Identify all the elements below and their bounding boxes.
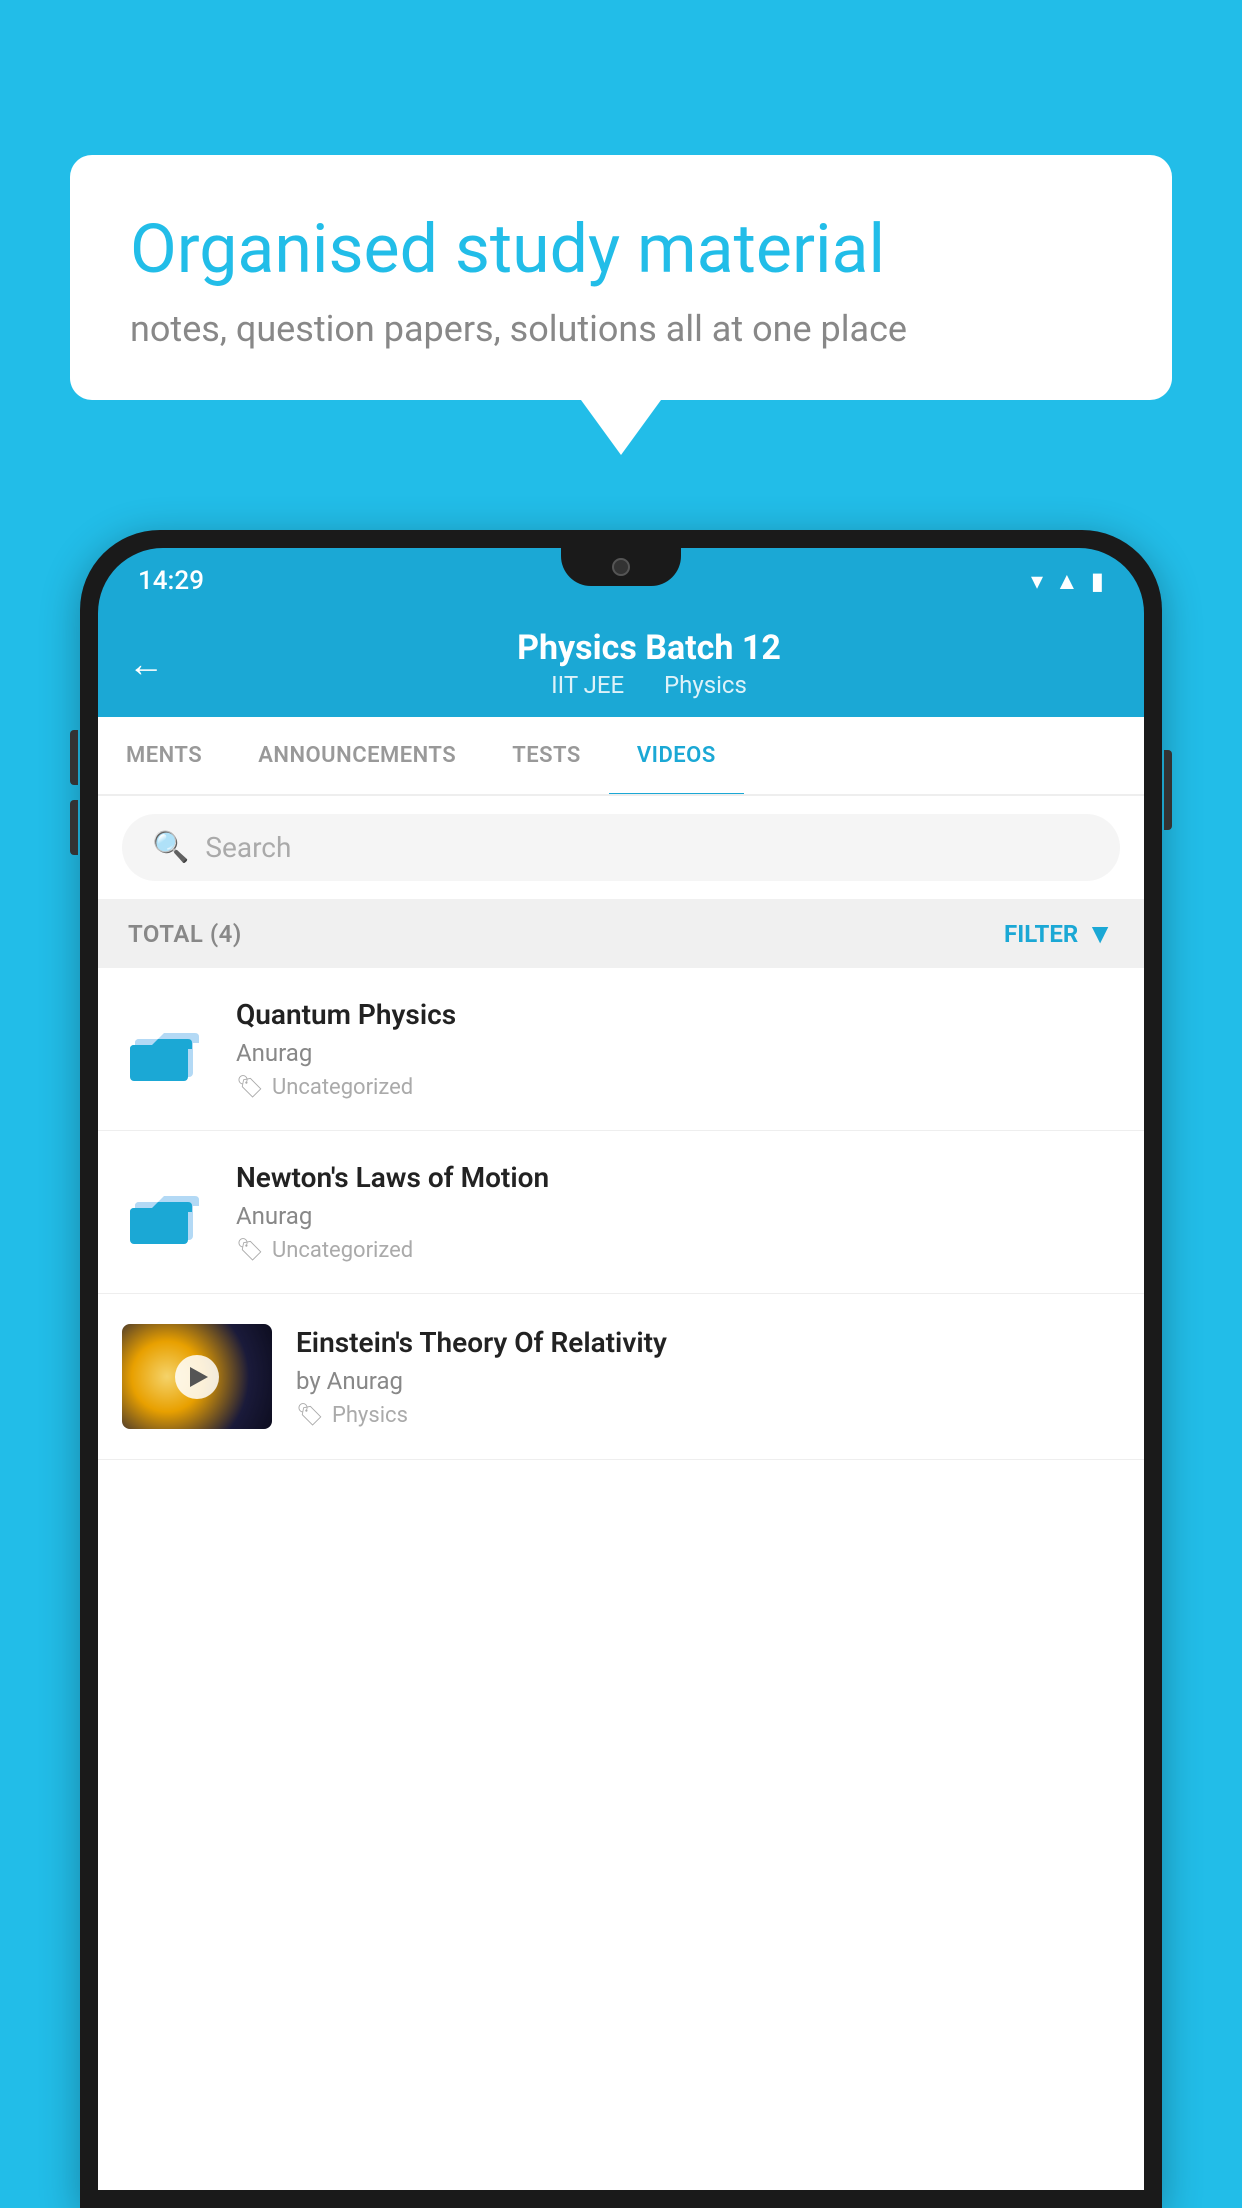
header-title-area: Physics Batch 12 IIT JEE Physics: [184, 628, 1114, 699]
header-title: Physics Batch 12: [184, 628, 1114, 668]
phone-content: MENTS ANNOUNCEMENTS TESTS VIDEOS 🔍 Searc…: [98, 717, 1144, 2190]
filter-button[interactable]: FILTER ▼: [1004, 917, 1114, 950]
volume-down-button[interactable]: [70, 800, 78, 855]
phone-frame: 14:29 ▾ ▲ ▮ ← Physics Batch 12 IIT JEE P…: [80, 530, 1162, 2208]
volume-up-button[interactable]: [70, 730, 78, 785]
battery-icon: ▮: [1091, 567, 1104, 595]
folder-icon-container: [122, 1167, 212, 1257]
back-button[interactable]: ←: [128, 643, 164, 685]
tag-icon: 🏷: [236, 1238, 264, 1263]
status-bar: 14:29 ▾ ▲ ▮: [98, 548, 1144, 610]
video-info: Quantum Physics Anurag 🏷 Uncategorized: [236, 998, 1120, 1100]
tag-label: Physics: [332, 1403, 408, 1428]
speech-bubble-subtitle: notes, question papers, solutions all at…: [130, 308, 1112, 350]
speech-bubble-title: Organised study material: [130, 210, 1112, 288]
tabs-bar: MENTS ANNOUNCEMENTS TESTS VIDEOS: [98, 717, 1144, 796]
tab-ments[interactable]: MENTS: [98, 717, 230, 794]
status-time: 14:29: [138, 566, 204, 596]
tab-tests[interactable]: TESTS: [484, 717, 609, 794]
play-button-overlay[interactable]: [175, 1355, 219, 1399]
tab-videos[interactable]: VIDEOS: [609, 717, 744, 794]
list-item[interactable]: Newton's Laws of Motion Anurag 🏷 Uncateg…: [98, 1131, 1144, 1294]
folder-icon-container: [122, 1004, 212, 1094]
video-author: Anurag: [236, 1039, 1120, 1067]
video-tag: 🏷 Uncategorized: [236, 1238, 1120, 1263]
list-item[interactable]: Einstein's Theory Of Relativity by Anura…: [98, 1294, 1144, 1460]
search-container: 🔍 Search: [98, 796, 1144, 899]
folder-icon: [130, 1180, 205, 1245]
filter-icon: ▼: [1086, 917, 1114, 950]
phone-inner: 14:29 ▾ ▲ ▮ ← Physics Batch 12 IIT JEE P…: [98, 548, 1144, 2190]
status-icons: ▾ ▲ ▮: [1031, 567, 1104, 596]
filter-bar: TOTAL (4) FILTER ▼: [98, 899, 1144, 968]
video-thumbnail: [122, 1324, 272, 1429]
video-title: Quantum Physics: [236, 998, 1120, 1031]
tab-announcements[interactable]: ANNOUNCEMENTS: [230, 717, 484, 794]
list-item[interactable]: Quantum Physics Anurag 🏷 Uncategorized: [98, 968, 1144, 1131]
tag-icon: 🏷: [236, 1075, 264, 1100]
header-subtitle-part2: Physics: [664, 671, 747, 699]
wifi-icon: ▾: [1031, 567, 1043, 595]
header-subtitle-part1: IIT JEE: [551, 671, 624, 699]
app-header: ← Physics Batch 12 IIT JEE Physics: [98, 610, 1144, 717]
total-count: TOTAL (4): [128, 920, 242, 948]
video-info: Newton's Laws of Motion Anurag 🏷 Uncateg…: [236, 1161, 1120, 1263]
tag-label: Uncategorized: [272, 1238, 413, 1263]
video-tag: 🏷 Uncategorized: [236, 1075, 1120, 1100]
video-author: by Anurag: [296, 1367, 1120, 1395]
power-button[interactable]: [1164, 750, 1172, 830]
speech-bubble-card: Organised study material notes, question…: [70, 155, 1172, 400]
video-tag: 🏷 Physics: [296, 1403, 1120, 1428]
search-box[interactable]: 🔍 Search: [122, 814, 1120, 881]
folder-icon: [130, 1017, 205, 1082]
speech-bubble-tail: [581, 400, 661, 455]
camera: [612, 558, 630, 576]
tag-label: Uncategorized: [272, 1075, 413, 1100]
signal-icon: ▲: [1055, 567, 1079, 596]
speech-bubble-section: Organised study material notes, question…: [70, 155, 1172, 455]
video-author: Anurag: [236, 1202, 1120, 1230]
tag-icon: 🏷: [296, 1403, 324, 1428]
search-input[interactable]: Search: [205, 831, 291, 864]
video-title: Einstein's Theory Of Relativity: [296, 1326, 1120, 1359]
notch: [561, 548, 681, 586]
play-icon: [190, 1367, 208, 1387]
video-title: Newton's Laws of Motion: [236, 1161, 1120, 1194]
header-subtitle: IIT JEE Physics: [184, 671, 1114, 699]
video-list: Quantum Physics Anurag 🏷 Uncategorized: [98, 968, 1144, 2190]
video-info: Einstein's Theory Of Relativity by Anura…: [296, 1326, 1120, 1428]
search-icon: 🔍: [152, 830, 189, 865]
filter-label: FILTER: [1004, 920, 1078, 948]
